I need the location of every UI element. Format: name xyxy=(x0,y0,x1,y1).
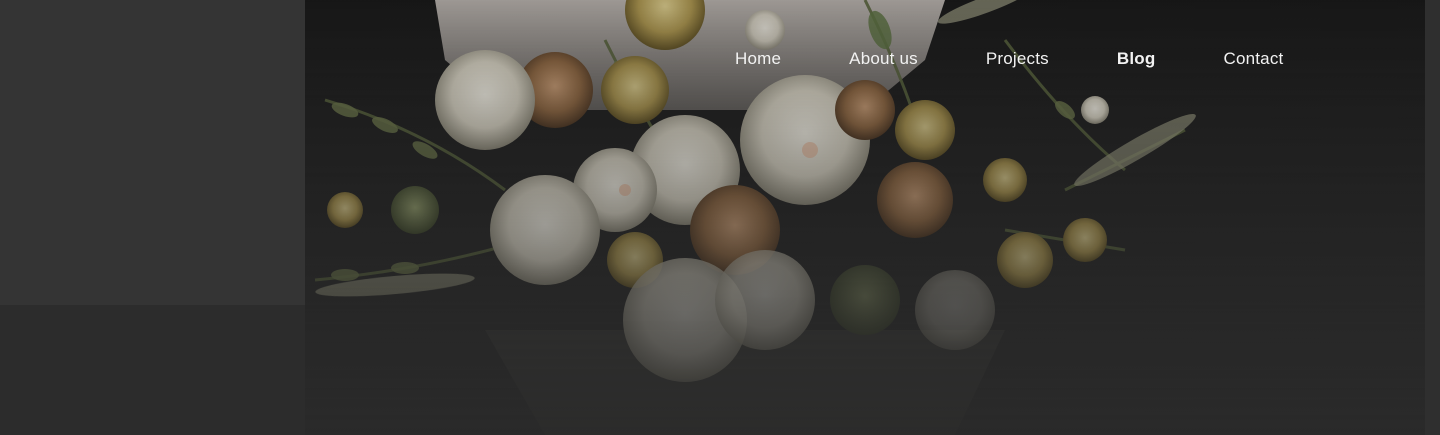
nav-item-about-us[interactable]: About us xyxy=(849,48,918,70)
nav-item-home[interactable]: Home xyxy=(735,48,781,70)
left-panel xyxy=(0,0,305,305)
page: Home About us Projects Blog Contact xyxy=(0,0,1440,435)
page-scrollbar[interactable] xyxy=(1425,0,1440,435)
left-lower-panel xyxy=(0,305,305,435)
nav-item-contact[interactable]: Contact xyxy=(1223,48,1283,70)
main-nav: Home About us Projects Blog Contact xyxy=(735,48,1283,70)
nav-item-blog[interactable]: Blog xyxy=(1117,48,1156,70)
nav-item-projects[interactable]: Projects xyxy=(986,48,1049,70)
